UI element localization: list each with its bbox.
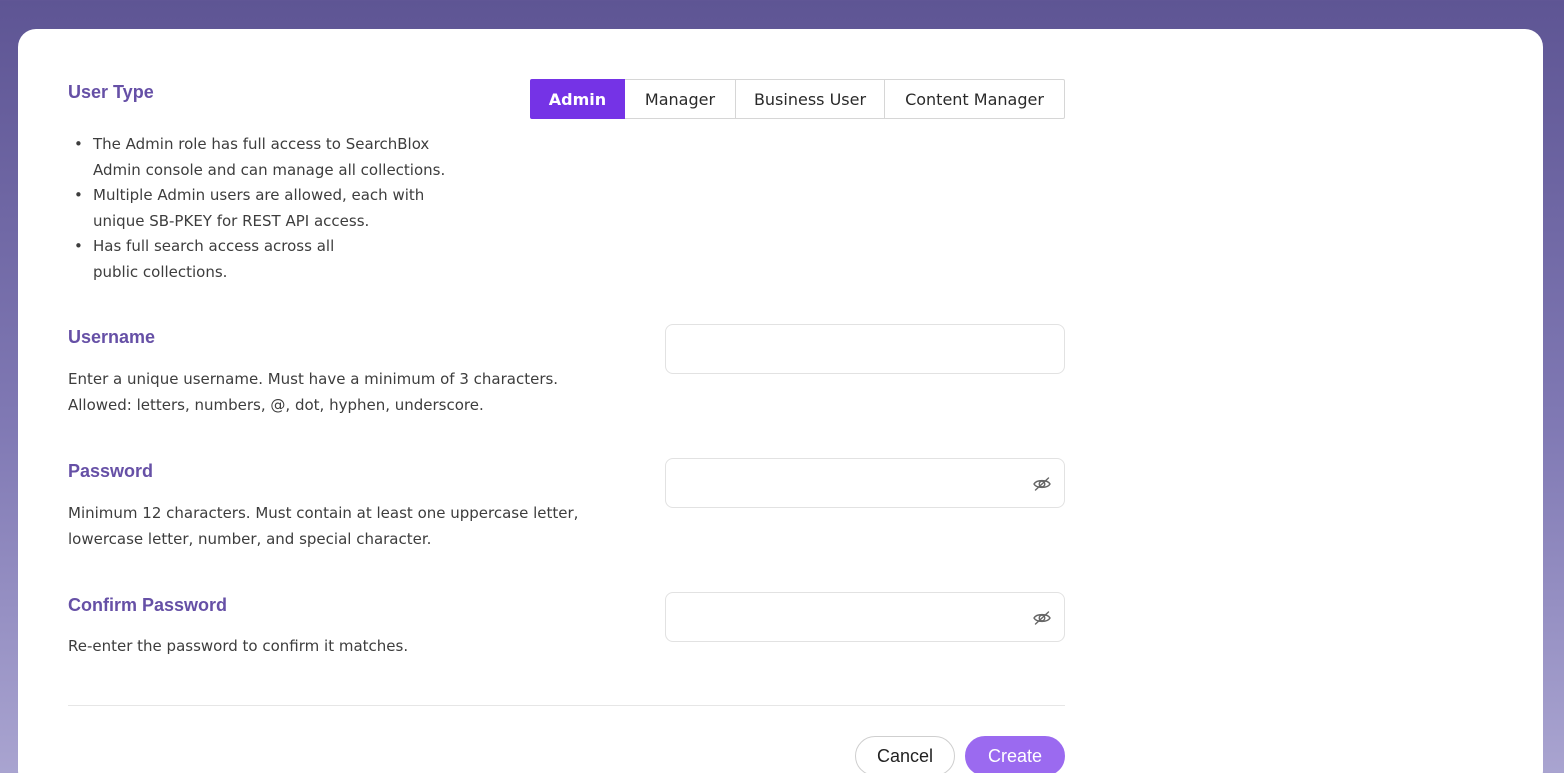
username-field-wrapper	[665, 324, 1065, 374]
role-manager-button[interactable]: Manager	[625, 79, 736, 119]
form-divider	[68, 705, 1065, 706]
user-type-heading: User Type	[68, 82, 154, 102]
role-description-item: • The Admin role has full access to Searc…	[74, 135, 446, 179]
create-button[interactable]: Create	[965, 736, 1065, 773]
confirm-password-field-wrapper	[665, 592, 1065, 642]
confirm-password-heading: Confirm Password	[68, 595, 228, 615]
role-content-manager-button[interactable]: Content Manager	[885, 79, 1065, 119]
user-type-segmented-control: Admin Manager Business User Content Mana…	[530, 79, 1065, 119]
eye-slash-icon[interactable]	[1032, 608, 1052, 628]
role-description-item: • Multiple Admin users are allowed, each …	[74, 186, 425, 230]
role-description-list: • The Admin role has full access to Searc…	[68, 132, 478, 285]
password-field-wrapper	[665, 458, 1065, 508]
username-input[interactable]	[666, 325, 1064, 373]
username-heading: Username	[68, 327, 156, 347]
password-heading: Password	[68, 461, 154, 481]
role-business-user-button[interactable]: Business User	[736, 79, 885, 119]
password-description: Minimum 12 characters. Must contain at l…	[68, 504, 579, 548]
username-description: Enter a unique username. Must have a min…	[68, 370, 559, 414]
role-description-item: • Has full search access across all publi…	[74, 237, 335, 281]
cancel-button[interactable]: Cancel	[855, 736, 955, 773]
eye-slash-icon[interactable]	[1032, 474, 1052, 494]
password-input[interactable]	[666, 459, 1064, 507]
role-admin-button[interactable]: Admin	[530, 79, 625, 119]
confirm-password-input[interactable]	[666, 593, 1064, 641]
confirm-password-description: Re-enter the password to confirm it matc…	[68, 637, 409, 655]
create-user-card: User Type • The Admin role has full acces…	[18, 29, 1543, 773]
